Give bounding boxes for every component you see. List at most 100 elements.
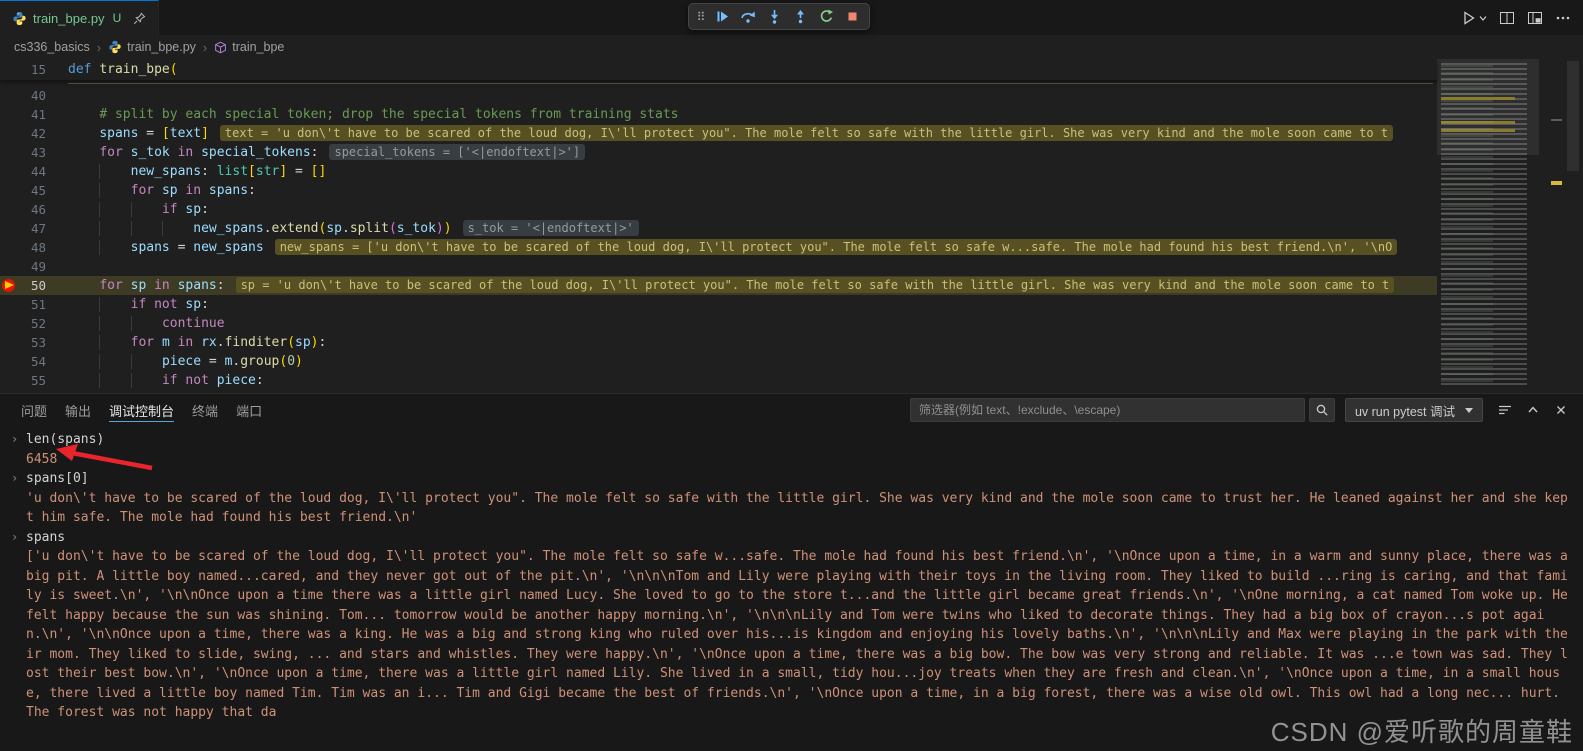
- minimap-slider[interactable]: [1437, 59, 1539, 155]
- line-number: 40: [30, 88, 46, 103]
- maximize-panel-icon[interactable]: [1521, 398, 1545, 422]
- minimap-highlight-mark: [1441, 121, 1515, 124]
- console-filter-input[interactable]: [909, 398, 1305, 422]
- breadcrumb-item[interactable]: train_bpe: [232, 40, 284, 54]
- code-content[interactable]: if sp:: [68, 200, 1437, 219]
- line-number: 15: [30, 62, 46, 77]
- split-editor-button[interactable]: [1499, 10, 1515, 26]
- code-content[interactable]: continue: [68, 314, 1437, 333]
- line-number: 49: [30, 259, 46, 274]
- toolbar-drag-handle[interactable]: ⠿: [694, 10, 708, 24]
- debug-config-label: uv run pytest 调试: [1354, 404, 1455, 419]
- debug-inline-value: special_tokens = ['<|endoftext|>']: [329, 144, 586, 160]
- continue-button[interactable]: [710, 6, 734, 28]
- step-out-button[interactable]: [788, 6, 812, 28]
- gutter-glyph-margin[interactable]: [0, 371, 20, 390]
- code-content[interactable]: new_spans.extend(sp.split(s_tok)) s_tok =…: [68, 219, 1437, 238]
- debug-inline-value: s_tok = '<|endoftext|>': [462, 220, 639, 236]
- code-line: 48 spans = new_spans new_spans = ['u don\…: [0, 238, 1437, 257]
- code-line: 15 def train_bpe(: [0, 59, 1437, 80]
- breadcrumb-item[interactable]: cs336_basics: [14, 40, 90, 54]
- gutter-glyph-margin[interactable]: [0, 219, 20, 238]
- gutter-glyph-margin[interactable]: [0, 238, 20, 257]
- panel-tab-ports[interactable]: 端口: [227, 394, 271, 426]
- code-content[interactable]: for s_tok in special_tokens: special_toke…: [68, 143, 1437, 162]
- gutter-glyph-margin[interactable]: [0, 295, 20, 314]
- pin-icon[interactable]: [133, 12, 146, 25]
- debug-toolbar: ⠿: [688, 3, 870, 30]
- panel-tab-problems[interactable]: 问题: [12, 394, 56, 426]
- panel-menu-icon[interactable]: [1493, 398, 1517, 422]
- gutter-glyph-margin[interactable]: [0, 105, 20, 124]
- debug-console[interactable]: › len(spans) 6458 › spans[0]'u don\'t have t…: [0, 426, 1583, 751]
- gutter-glyph-margin[interactable]: [0, 181, 20, 200]
- python-icon: [108, 40, 122, 54]
- customize-layout-button[interactable]: [1527, 10, 1543, 26]
- code-content[interactable]: [68, 257, 1437, 276]
- sticky-scroll[interactable]: 15 def train_bpe(: [0, 59, 1437, 80]
- line-number: 50: [30, 278, 46, 293]
- gutter-glyph-margin[interactable]: [0, 59, 20, 80]
- tab-train-bpe[interactable]: train_bpe.py U: [0, 0, 160, 35]
- console-output-line: 'u don\'t have to be scared of the loud …: [26, 490, 1568, 526]
- code-content[interactable]: new_spans: list[str] = []: [68, 162, 1437, 181]
- step-over-button[interactable]: [736, 6, 760, 28]
- debug-inline-value: sp = 'u don\'t have to be scared of the …: [235, 277, 1395, 293]
- line-number: 48: [30, 240, 46, 255]
- gutter-glyph-margin[interactable]: [0, 143, 20, 162]
- overview-mark-current-line: [1551, 181, 1562, 185]
- search-icon[interactable]: [1308, 398, 1335, 422]
- code-content[interactable]: spans = new_spans new_spans = ['u don\'t …: [68, 238, 1437, 257]
- code-content[interactable]: piece = m.group(0): [68, 352, 1437, 371]
- line-number: 41: [30, 107, 46, 122]
- console-input-chevron-icon: ›: [11, 432, 19, 446]
- line-number: 54: [30, 354, 46, 369]
- gutter-glyph-margin[interactable]: [0, 333, 20, 352]
- gutter-glyph-margin[interactable]: [0, 352, 20, 371]
- sticky-scroll-divider: [68, 83, 1433, 84]
- code-content[interactable]: if not piece:: [68, 371, 1437, 390]
- overview-ruler[interactable]: [1539, 59, 1583, 393]
- code-content[interactable]: def train_bpe(: [68, 59, 1437, 80]
- tab-label: train_bpe.py: [33, 10, 105, 26]
- code-content[interactable]: for sp in spans:: [68, 181, 1437, 200]
- console-output-line: ['u don\'t have to be scared of the loud…: [26, 549, 1576, 720]
- breadcrumb-item[interactable]: train_bpe.py: [127, 40, 196, 54]
- restart-button[interactable]: [814, 6, 838, 28]
- gutter-glyph-margin[interactable]: [0, 86, 20, 105]
- line-number: 55: [30, 373, 46, 388]
- minimap-highlight-mark: [1441, 129, 1515, 132]
- gutter-glyph-margin[interactable]: [0, 200, 20, 219]
- code-content[interactable]: if not sp:: [68, 295, 1437, 314]
- debug-config-select[interactable]: uv run pytest 调试: [1344, 398, 1483, 422]
- code-content[interactable]: # split by each special token; drop the …: [68, 105, 1437, 124]
- code-line: 44 new_spans: list[str] = []: [0, 162, 1437, 181]
- gutter-glyph-margin[interactable]: [0, 257, 20, 276]
- code-content[interactable]: [68, 86, 1437, 105]
- overview-mark: [1551, 119, 1562, 121]
- panel-tab-terminal[interactable]: 终端: [183, 394, 227, 426]
- minimap[interactable]: [1437, 59, 1539, 393]
- editor-tab-bar: train_bpe.py U ⠿: [0, 0, 1583, 35]
- code-content[interactable]: for sp in spans: sp = 'u don\'t have to b…: [68, 276, 1437, 295]
- line-number: 47: [30, 221, 46, 236]
- gutter-glyph-margin[interactable]: [0, 162, 20, 181]
- code-content[interactable]: for m in rx.finditer(sp):: [68, 333, 1437, 352]
- stop-button[interactable]: [840, 6, 864, 28]
- code-editor[interactable]: 15 def train_bpe( 40 41 # split by each sp…: [0, 59, 1583, 393]
- step-into-button[interactable]: [762, 6, 786, 28]
- gutter-glyph-margin[interactable]: [0, 276, 20, 295]
- gutter-glyph-margin[interactable]: [0, 314, 20, 333]
- console-input-line: › len(spans): [11, 430, 1573, 450]
- code-content[interactable]: spans = [text] text = 'u don\'t have to b…: [68, 124, 1437, 143]
- minimap-highlight-mark: [1441, 97, 1515, 100]
- more-actions-button[interactable]: [1555, 10, 1571, 26]
- current-execution-line: 50 for sp in spans: sp = 'u don\'t have t…: [0, 276, 1437, 295]
- scrollbar-slider[interactable]: [1567, 61, 1579, 171]
- panel-tab-debug-console[interactable]: 调试控制台: [100, 394, 183, 426]
- panel-tab-output[interactable]: 输出: [56, 394, 100, 426]
- line-number: 53: [30, 335, 46, 350]
- close-panel-icon[interactable]: [1549, 398, 1573, 422]
- run-python-file-button[interactable]: [1461, 10, 1487, 26]
- gutter-glyph-margin[interactable]: [0, 124, 20, 143]
